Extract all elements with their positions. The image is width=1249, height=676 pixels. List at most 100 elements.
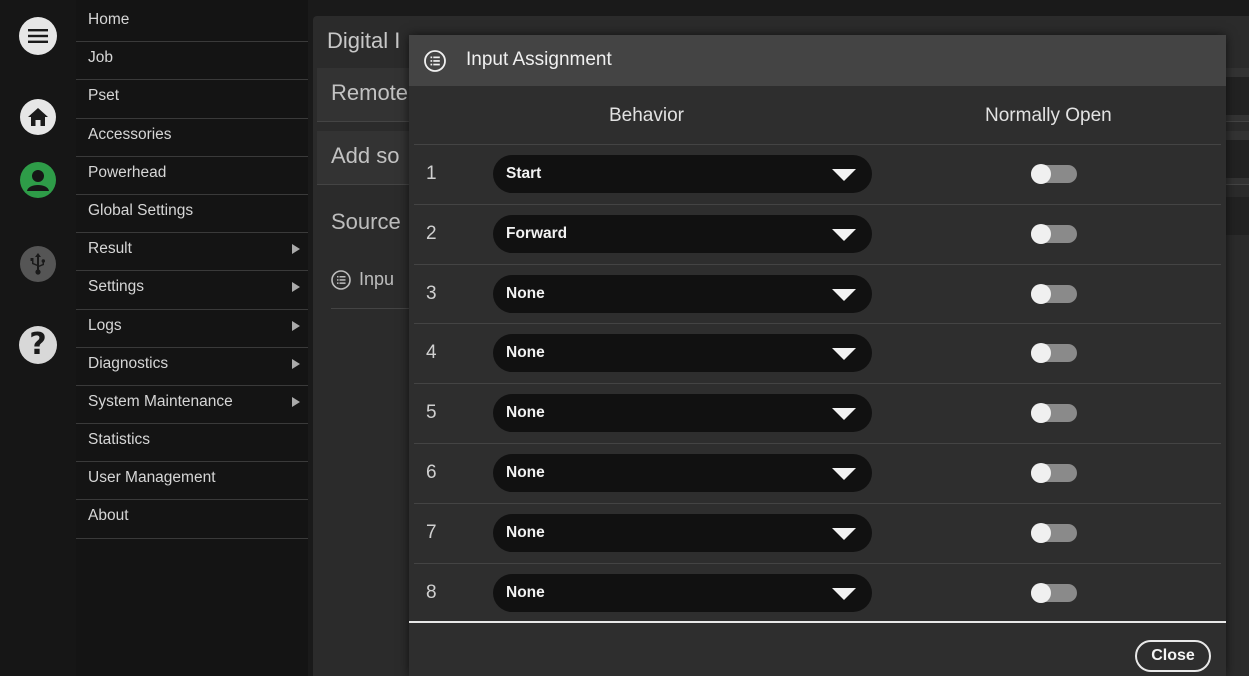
nav-item-label: Statistics (88, 431, 151, 449)
nav-item-accessories[interactable]: Accessories (76, 119, 308, 157)
background-input-link[interactable]: Inpu (331, 269, 394, 290)
nav-item-label: System Maintenance (88, 392, 233, 410)
column-header-behavior: Behavior (609, 105, 684, 126)
toggle-knob (1031, 283, 1051, 304)
nav-item-label: Home (88, 11, 130, 28)
toggle-knob (1031, 582, 1051, 603)
toggle-knob (1031, 463, 1051, 483)
nav-item-label: User Management (88, 469, 216, 487)
caret-down-icon (832, 468, 856, 480)
background-strip (1226, 140, 1249, 178)
behavior-select[interactable]: None (493, 513, 872, 552)
assignment-row: 7 None (414, 502, 1221, 563)
behavior-select-value: None (506, 344, 545, 362)
background-row-remote-label: Remote (331, 80, 409, 105)
behavior-select-value: None (506, 583, 545, 601)
input-assignment-dialog: Input Assignment Behavior Normally Open … (409, 35, 1226, 676)
background-input-label: Inpu (359, 269, 395, 289)
nav-list: Home Job Pset Accessories Powerhead Global Se… (76, 4, 308, 539)
nav-item-about[interactable]: About (76, 500, 308, 539)
behavior-select[interactable]: Forward (493, 214, 872, 253)
toggle-knob (1031, 522, 1051, 543)
normally-open-toggle[interactable] (1031, 164, 1077, 184)
chevron-right-icon (292, 244, 300, 255)
background-page-title: Digital I (327, 28, 401, 53)
row-number: 1 (426, 163, 437, 184)
row-number: 2 (426, 222, 437, 244)
nav-item-global-settings[interactable]: Global Settings (76, 195, 308, 234)
nav-item-label: Diagnostics (88, 354, 169, 372)
dialog-header: Input Assignment (409, 35, 1226, 86)
nav-item-user-management[interactable]: User Management (76, 462, 308, 501)
nav-item-label: Logs (88, 316, 122, 334)
behavior-select-value: None (506, 404, 545, 422)
normally-open-toggle[interactable] (1031, 403, 1077, 424)
background-row-add-label: Add so (331, 143, 400, 168)
normally-open-toggle[interactable] (1031, 283, 1077, 304)
icon-rail: ? (0, 0, 76, 676)
nav-item-label: About (88, 507, 129, 525)
row-number: 4 (426, 342, 437, 364)
toggle-knob (1031, 164, 1051, 184)
nav-item-label: Powerhead (88, 163, 167, 181)
assignment-row: 6 None (414, 443, 1221, 503)
row-number: 7 (426, 521, 437, 543)
behavior-select[interactable]: None (493, 274, 872, 313)
nav-item-settings[interactable]: Settings (76, 271, 308, 310)
row-number: 6 (426, 462, 437, 483)
nav-item-logs[interactable]: Logs (76, 310, 308, 348)
toggle-knob (1031, 403, 1051, 424)
toggle-knob (1031, 343, 1051, 364)
list-icon (424, 50, 446, 72)
caret-down-icon (832, 408, 856, 421)
nav-item-result[interactable]: Result (76, 233, 308, 272)
nav-item-system-maintenance[interactable]: System Maintenance (76, 386, 308, 425)
caret-down-icon (832, 527, 856, 540)
nav-item-diagnostics[interactable]: Diagnostics (76, 348, 308, 386)
caret-down-icon (832, 228, 856, 241)
close-button[interactable]: Close (1135, 640, 1211, 672)
assignment-row: 1 Start (414, 144, 1221, 204)
nav-item-label: Global Settings (88, 201, 194, 219)
behavior-select-value: None (506, 284, 545, 302)
behavior-select[interactable]: None (493, 454, 872, 492)
chevron-right-icon (292, 320, 300, 331)
background-strip (1226, 197, 1249, 235)
nav-item-statistics[interactable]: Statistics (76, 424, 308, 463)
usb-icon[interactable] (20, 246, 56, 282)
behavior-select-value: None (506, 523, 545, 541)
assignment-row: 4 None (414, 323, 1221, 383)
help-icon[interactable]: ? (19, 326, 57, 364)
nav-item-job[interactable]: Job (76, 42, 308, 81)
user-icon[interactable] (20, 162, 56, 198)
chevron-right-icon (292, 396, 300, 407)
behavior-select[interactable]: Start (493, 155, 872, 193)
chevron-right-icon (292, 358, 300, 369)
normally-open-toggle[interactable] (1031, 582, 1077, 603)
normally-open-toggle[interactable] (1031, 223, 1077, 244)
assignment-row: 3 None (414, 263, 1221, 324)
behavior-select[interactable]: None (493, 334, 872, 373)
behavior-select-value: Start (506, 165, 542, 182)
caret-down-icon (832, 587, 856, 600)
list-icon (331, 269, 351, 290)
home-icon[interactable] (20, 99, 56, 135)
nav-item-label: Accessories (88, 125, 172, 143)
nav-item-label: Pset (88, 87, 120, 105)
nav-item-label: Result (88, 240, 132, 258)
column-header-normally-open: Normally Open (985, 105, 1112, 126)
menu-icon[interactable] (19, 17, 57, 55)
row-number: 8 (426, 581, 437, 603)
help-glyph: ? (29, 327, 47, 362)
behavior-select[interactable]: None (493, 394, 872, 433)
behavior-select[interactable]: None (493, 573, 872, 612)
normally-open-toggle[interactable] (1031, 343, 1077, 364)
background-strip (1226, 77, 1249, 115)
assignment-row: 8 None (414, 562, 1221, 623)
nav-item-powerhead[interactable]: Powerhead (76, 157, 308, 195)
normally-open-toggle[interactable] (1031, 522, 1077, 543)
nav-item-pset[interactable]: Pset (76, 80, 308, 119)
normally-open-toggle[interactable] (1031, 463, 1077, 483)
caret-down-icon (832, 348, 856, 361)
nav-item-home[interactable]: Home (76, 4, 308, 43)
